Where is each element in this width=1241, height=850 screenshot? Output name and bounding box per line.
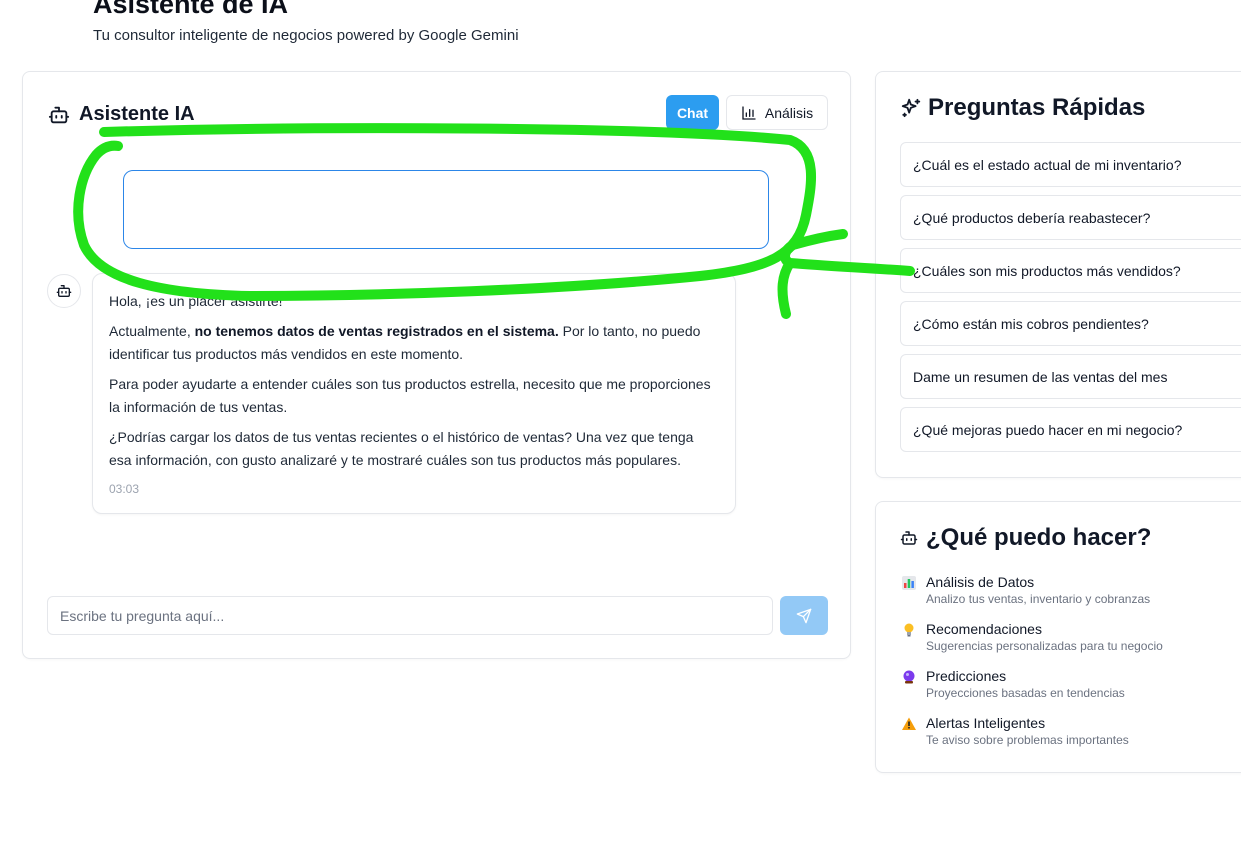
capability-desc: Proyecciones basadas en tendencias xyxy=(926,686,1125,700)
bot-avatar xyxy=(47,274,81,308)
quick-question-button[interactable]: ¿Cómo están mis cobros pendientes? xyxy=(900,301,1241,346)
capabilities-list: Análisis de Datos Analizo tus ventas, in… xyxy=(901,574,1241,762)
bot-message-greeting: Hola, ¡es un placer asistirte! xyxy=(109,293,283,309)
tab-chat-label: Chat xyxy=(676,104,709,121)
message-timestamp: 03:03 xyxy=(109,482,140,496)
capability-desc: Analizo tus ventas, inventario y cobranz… xyxy=(926,592,1151,606)
bot-icon xyxy=(56,285,72,297)
quick-questions-list: ¿Cuál es el estado actual de mi inventar… xyxy=(900,142,1241,460)
chat-title: Asistente IA xyxy=(79,103,195,125)
capability-item: Análisis de Datos Analizo tus ventas, in… xyxy=(901,574,1241,621)
capability-desc: Te aviso sobre problemas importantes xyxy=(926,733,1129,747)
capability-title: Predicciones xyxy=(926,668,1007,684)
send-icon xyxy=(796,608,812,623)
quick-question-button[interactable]: ¿Cuál es el estado actual de mi inventar… xyxy=(900,142,1241,187)
quick-question-button[interactable]: Dame un resumen de las ventas del mes xyxy=(900,354,1241,399)
bot-message-paragraph: ¿Podrías cargar los datos de tus ventas … xyxy=(109,429,694,468)
capability-title: Recomendaciones xyxy=(926,621,1042,637)
tab-chat[interactable]: Chat xyxy=(666,95,719,130)
capability-item: Predicciones Proyecciones basadas en ten… xyxy=(901,668,1241,715)
chat-input[interactable] xyxy=(47,596,773,635)
capabilities-title: ¿Qué puedo hacer? xyxy=(926,524,1152,551)
quick-question-button[interactable]: ¿Qué productos debería reabastecer? xyxy=(900,195,1241,240)
page-title: Asistente de IA xyxy=(93,0,289,19)
capability-title: Alertas Inteligentes xyxy=(926,715,1046,731)
bot-message-bubble: Hola, ¡es un placer asistirte! Actualmen… xyxy=(92,273,736,514)
bot-icon xyxy=(900,531,918,545)
chat-card: Asistente IA Chat Análisis Hola, ¡es un … xyxy=(22,71,851,659)
capabilities-card: ¿Qué puedo hacer? Análisis de Datos Anal… xyxy=(875,501,1241,773)
page-subtitle: Tu consultor inteligente de negocios pow… xyxy=(93,27,519,44)
send-button[interactable] xyxy=(780,596,828,635)
bot-message-paragraph: Para poder ayudarte a entender cuáles so… xyxy=(109,376,711,415)
quick-question-button[interactable]: ¿Qué mejoras puedo hacer en mi negocio? xyxy=(900,407,1241,452)
user-message-bubble xyxy=(123,170,769,249)
quick-question-button[interactable]: ¿Cuáles son mis productos más vendidos? xyxy=(900,248,1241,293)
bot-message-text: Actualmente, xyxy=(109,323,195,339)
warning-emoji-icon xyxy=(902,717,916,730)
quick-questions-title: Preguntas Rápidas xyxy=(928,94,1146,121)
quick-questions-card: Preguntas Rápidas ¿Cuál es el estado act… xyxy=(875,71,1241,478)
sparkles-icon xyxy=(901,98,921,118)
tab-analysis[interactable]: Análisis xyxy=(726,95,828,130)
bot-message-paragraph: Actualmente, no tenemos datos de ventas … xyxy=(109,320,719,366)
bot-message-bold: no tenemos datos de ventas registrados e… xyxy=(194,323,559,339)
capability-title: Análisis de Datos xyxy=(926,574,1035,590)
capability-item: Recomendaciones Sugerencias personalizad… xyxy=(901,621,1241,668)
lightbulb-emoji-icon xyxy=(904,623,914,637)
capability-item: Alertas Inteligentes Te aviso sobre prob… xyxy=(901,715,1241,762)
bar-chart-icon xyxy=(742,105,756,120)
bar-chart-emoji-icon xyxy=(902,576,916,590)
tab-analysis-label: Análisis xyxy=(764,104,814,121)
crystal-ball-emoji-icon xyxy=(903,670,915,684)
capability-desc: Sugerencias personalizadas para tu negoc… xyxy=(926,639,1163,653)
bot-icon xyxy=(48,106,70,124)
